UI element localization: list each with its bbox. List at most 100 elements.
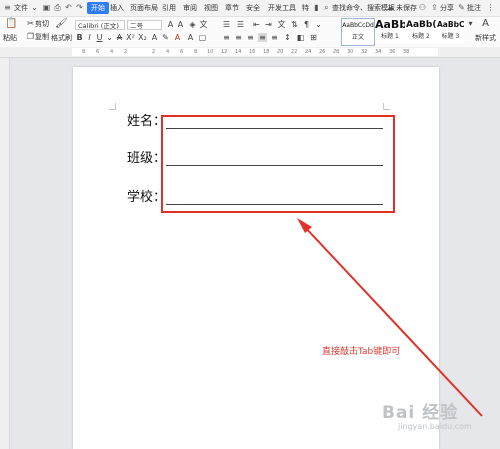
decrease-indent-icon[interactable]: ⇤	[252, 20, 261, 29]
style-heading-2-sample: AaBb(	[406, 20, 436, 30]
numbered-list-icon[interactable]: ☰	[236, 20, 245, 29]
save-icon[interactable]: ▣	[42, 3, 51, 12]
borders-icon[interactable]: ⊞	[309, 33, 318, 42]
show-marks-icon[interactable]: ¶	[302, 20, 311, 29]
tab-security[interactable]: 安全	[246, 2, 260, 14]
font-size-select[interactable]: 二号	[127, 20, 162, 30]
cut-icon[interactable]: ✂	[26, 19, 35, 28]
menu-bar: ≡ 文件 ⌄ ▣ ⎙ ↶ ↷ 开始 插入 页面布局 引用 审阅 视图 章节 安全…	[0, 0, 500, 17]
ribbon-toolbar: 📋 粘贴 ✂ 剪切 ❐ 复制 🖌 格式刷 Calibri (正文) 二号 A A…	[0, 17, 500, 48]
underline-icon[interactable]: U	[95, 33, 104, 42]
chevron-down-icon[interactable]: ⌄	[105, 33, 114, 42]
share-button[interactable]: 分享	[440, 2, 454, 14]
text-effect-icon[interactable]: A	[150, 33, 159, 42]
align-center-icon[interactable]: ≡	[234, 33, 243, 42]
file-menu[interactable]: 文件	[14, 2, 28, 14]
ruler-number: 4	[166, 49, 170, 55]
bullet-list-icon[interactable]: ☰	[222, 20, 231, 29]
style-heading-1-label: 标题 1	[381, 33, 399, 40]
collaborate-icon[interactable]: ⚇	[418, 3, 427, 12]
font-family-select[interactable]: Calibri (正文)	[75, 20, 125, 30]
subscript-icon[interactable]: X₂	[138, 33, 147, 42]
watermark-url: jingyan.baidu.com	[398, 422, 472, 431]
tab-home[interactable]: 开始	[87, 2, 109, 14]
align-left-icon[interactable]: ≡	[222, 33, 231, 42]
ruler-number: 36	[389, 49, 396, 55]
highlight-box	[161, 115, 395, 213]
ruler-number: 20	[277, 49, 284, 55]
baidu-watermark: Bai 经验 jingyan.baidu.com	[382, 398, 492, 438]
ruler-number: 8	[194, 49, 198, 55]
style-heading-1[interactable]: AaBb 标题 1	[375, 18, 405, 44]
char-border-icon[interactable]: ▢	[198, 33, 207, 42]
new-style-icon[interactable]: A	[481, 19, 490, 29]
style-heading-3[interactable]: AaBbCc 标题 3	[437, 18, 464, 44]
redo-icon[interactable]: ↷	[75, 3, 84, 12]
line-spacing-icon[interactable]: ↕	[283, 33, 292, 42]
ruler-number: 10	[207, 49, 214, 55]
highlight-icon[interactable]: ✎	[161, 33, 170, 42]
superscript-icon[interactable]: X²	[126, 33, 135, 42]
bold-icon[interactable]: B	[75, 33, 84, 42]
margin-corner-mark	[383, 103, 390, 110]
decrease-font-icon[interactable]: A	[176, 20, 185, 29]
undo-icon[interactable]: ↶	[64, 3, 73, 12]
styles-expand-icon[interactable]: ▾	[466, 19, 475, 28]
increase-indent-icon[interactable]: ⇥	[264, 20, 273, 29]
chinese-layout-icon[interactable]: 文	[277, 20, 286, 29]
paste-icon[interactable]: 📋	[5, 19, 17, 31]
font-color-icon[interactable]: A	[173, 33, 182, 42]
cut-button[interactable]: 剪切	[35, 19, 49, 29]
unsaved-status[interactable]: 未保存	[396, 2, 417, 14]
print-icon[interactable]: ⎙	[53, 3, 62, 12]
tab-special[interactable]: 特	[302, 2, 309, 14]
shading-icon[interactable]: ◧	[296, 33, 305, 42]
style-heading-3-sample: AaBbCc	[437, 20, 464, 29]
style-normal-label: 正文	[351, 34, 364, 41]
copy-button[interactable]: 复制	[35, 32, 49, 42]
tab-view[interactable]: 视图	[204, 2, 218, 14]
chevron-down-icon[interactable]: ⌄	[314, 20, 323, 29]
tab-references[interactable]: 引用	[162, 2, 176, 14]
ruler-number: 12	[221, 49, 228, 55]
phonetic-icon[interactable]: 文	[199, 20, 208, 29]
vertical-ruler[interactable]	[0, 58, 10, 449]
copy-icon[interactable]: ❐	[26, 32, 35, 41]
chevron-down-icon[interactable]: ⌄	[30, 3, 39, 12]
sort-icon[interactable]: ⇅	[290, 20, 299, 29]
paste-button[interactable]: 粘贴	[3, 33, 17, 43]
clear-format-icon[interactable]: ◈	[188, 20, 197, 29]
italic-icon[interactable]: I	[85, 33, 94, 42]
horizontal-ruler[interactable]: 8 6 4 2 2 4 6 8 10 12 14 16 18 20 22 24 …	[0, 47, 500, 58]
ruler-number: 2	[124, 49, 128, 55]
align-right-icon[interactable]: ≡	[246, 33, 255, 42]
tab-page-layout[interactable]: 页面布局	[130, 2, 158, 14]
more-tabs-icon[interactable]: ▮	[312, 3, 321, 12]
comment-button[interactable]: 批注	[467, 2, 481, 14]
style-normal[interactable]: AaBbCcDd 正文	[341, 18, 375, 46]
increase-font-icon[interactable]: A	[166, 20, 175, 29]
ruler-number: 32	[361, 49, 368, 55]
strikethrough-icon[interactable]: A	[115, 33, 124, 42]
ruler-number: 34	[375, 49, 382, 55]
ruler-number: 18	[263, 49, 270, 55]
tab-insert[interactable]: 插入	[110, 2, 124, 14]
hamburger-menu-icon[interactable]: ≡	[3, 3, 12, 12]
format-painter-icon[interactable]: 🖌	[55, 19, 68, 29]
style-heading-1-sample: AaBb	[375, 18, 405, 31]
ruler-text-area: 8 6 4 2 2 4 6 8 10 12 14 16 18 20 22 24 …	[72, 48, 438, 56]
ruler-number: 14	[235, 49, 242, 55]
style-heading-2[interactable]: AaBb( 标题 2	[406, 18, 436, 44]
tab-section[interactable]: 章节	[225, 2, 239, 14]
more-icon[interactable]: ⋮	[486, 3, 495, 12]
char-shading-icon[interactable]: A	[186, 33, 195, 42]
tab-review[interactable]: 审阅	[183, 2, 197, 14]
justify-icon[interactable]: ≡	[258, 33, 267, 42]
distributed-icon[interactable]: ≡	[270, 33, 279, 42]
ruler-number: 30	[347, 49, 354, 55]
new-style-button[interactable]: 新样式	[475, 33, 496, 43]
format-painter-button[interactable]: 格式刷	[51, 33, 72, 43]
search-icon: ⌕	[324, 3, 329, 12]
tab-developer[interactable]: 开发工具	[268, 2, 296, 14]
comment-icon: ✎	[458, 3, 465, 12]
